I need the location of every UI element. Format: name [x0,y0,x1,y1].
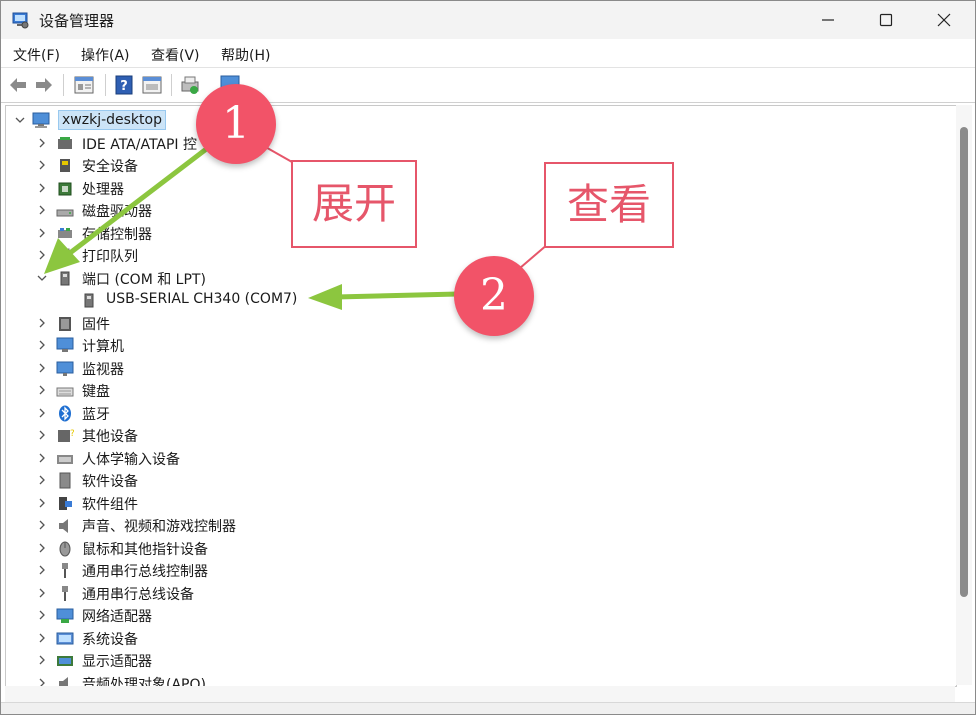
green-arrow-2 [308,284,461,310]
annotation-circle-2: 2 [454,256,534,336]
green-arrow-1 [44,147,208,274]
annotation-circle-1: 1 [196,84,276,164]
annotation-callout-expand: 展开 [291,160,417,248]
annotation-overlay [44,144,549,310]
annotation-callout-view: 查看 [544,162,674,248]
